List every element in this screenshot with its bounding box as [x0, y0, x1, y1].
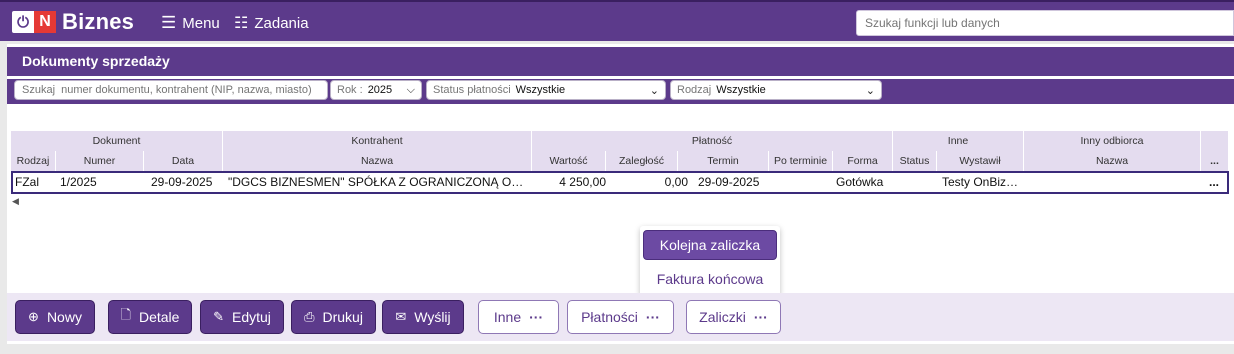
- more-icon: ···: [529, 309, 544, 325]
- other-button-label: Inne: [493, 309, 522, 325]
- cell-forma: Gotówka: [836, 175, 884, 189]
- new-button[interactable]: ⊕ Nowy: [15, 300, 95, 334]
- print-button-label: Drukuj: [322, 309, 363, 325]
- cell-wystawil: Testy OnBiznes: [942, 175, 1022, 189]
- menu-button[interactable]: ☰ Menu: [161, 13, 220, 33]
- tasks-label: Zadania: [254, 14, 309, 32]
- table-column-header: Rodzaj Numer Data Nazwa Wartość Zaległoś…: [11, 151, 1229, 171]
- year-label: Rok :: [337, 84, 363, 96]
- col-numer[interactable]: Numer: [56, 151, 144, 171]
- document-type-label: Rodzaj: [677, 84, 712, 96]
- cell-data: 29-09-2025: [151, 175, 213, 189]
- global-search-input[interactable]: [856, 10, 1234, 36]
- group-empty: [1201, 131, 1229, 151]
- year-select[interactable]: Rok : 2025 ⌵: [330, 80, 422, 100]
- printer-icon: ⎙: [304, 309, 315, 324]
- col-wystawil[interactable]: Wystawił: [937, 151, 1024, 171]
- payments-button[interactable]: Płatności ···: [567, 300, 674, 334]
- col-wartosc[interactable]: Wartość: [532, 151, 606, 171]
- tasks-button[interactable]: ☷ Zadania: [234, 13, 309, 33]
- document-icon: 🗋: [120, 307, 131, 322]
- edit-button[interactable]: ✎ Edytuj: [200, 300, 284, 334]
- col-data[interactable]: Data: [144, 151, 223, 171]
- advances-button-label: Zaliczki: [699, 309, 746, 325]
- more-icon: ···: [645, 309, 660, 325]
- mail-icon: ✉: [395, 309, 407, 324]
- top-bar: ⏻ N Biznes ☰ Menu ☷ Zadania: [0, 0, 1234, 41]
- chevron-down-icon: ⌵: [406, 83, 415, 96]
- payment-status-select[interactable]: Status płatności Wszystkie ⌄: [426, 80, 666, 100]
- final-invoice-menu-item[interactable]: Faktura końcowa: [643, 266, 777, 292]
- cell-po-terminie: [771, 173, 831, 192]
- details-button-label: Detale: [138, 309, 180, 325]
- column-options-button[interactable]: ...: [1201, 151, 1229, 171]
- logo-text: Biznes: [62, 9, 135, 34]
- task-list-icon: ☷: [234, 15, 249, 32]
- logo-n: N: [34, 11, 56, 33]
- print-button[interactable]: ⎙ Drukuj: [291, 300, 376, 334]
- edit-icon: ✎: [213, 309, 224, 324]
- col-nazwa[interactable]: Nazwa: [223, 151, 532, 171]
- chevron-down-icon: ⌄: [649, 84, 659, 97]
- group-kontrahent: Kontrahent: [223, 131, 532, 151]
- col-inny-nazwa[interactable]: Nazwa: [1024, 151, 1201, 171]
- other-button[interactable]: Inne ···: [478, 300, 559, 334]
- next-advance-menu-item[interactable]: Kolejna zaliczka: [643, 230, 777, 260]
- document-search-input[interactable]: [14, 80, 328, 100]
- cell-numer: 1/2025: [60, 175, 97, 189]
- col-po-terminie[interactable]: Po terminie: [769, 151, 833, 171]
- filter-bar: Rok : 2025 ⌵ Status płatności Wszystkie …: [7, 79, 1234, 104]
- cell-inny-nazwa: [1029, 173, 1199, 192]
- hamburger-icon: ☰: [161, 13, 177, 32]
- more-icon: ···: [753, 309, 768, 325]
- send-button-label: Wyślij: [414, 309, 451, 325]
- new-button-label: Nowy: [46, 309, 82, 325]
- cell-status: [895, 173, 935, 192]
- row-options-button[interactable]: ...: [1209, 173, 1225, 192]
- edit-button-label: Edytuj: [231, 309, 271, 325]
- cell-zaleglosc: 0,00: [664, 175, 688, 189]
- page-title: Dokumenty sprzedaży: [7, 47, 1234, 76]
- app-logo[interactable]: ⏻ N Biznes: [12, 9, 135, 34]
- advances-button[interactable]: Zaliczki ···: [686, 300, 781, 334]
- scroll-left-icon[interactable]: ◀: [12, 196, 19, 207]
- document-type-value: Wszystkie: [716, 84, 766, 96]
- group-platnosc: Płatność: [532, 131, 893, 151]
- cell-rodzaj: FZal: [15, 175, 39, 189]
- send-button[interactable]: ✉ Wyślij: [382, 300, 464, 334]
- year-value: 2025: [367, 84, 393, 96]
- group-inne: Inne: [893, 131, 1024, 151]
- col-rodzaj[interactable]: Rodzaj: [11, 151, 56, 171]
- payment-status-label: Status płatności: [433, 84, 511, 96]
- plus-circle-icon: ⊕: [28, 309, 39, 324]
- payment-status-value: Wszystkie: [515, 84, 566, 96]
- col-status[interactable]: Status: [893, 151, 937, 171]
- document-type-select[interactable]: Rodzaj Wszystkie ⌄: [670, 80, 882, 100]
- cell-wartosc: 4 250,00: [559, 175, 606, 189]
- group-dokument: Dokument: [11, 131, 223, 151]
- action-bar: ⊕ Nowy 🗋 Detale ✎ Edytuj ⎙ Drukuj ✉ Wyśl…: [7, 293, 1234, 341]
- col-forma[interactable]: Forma: [833, 151, 893, 171]
- power-icon: ⏻: [12, 11, 34, 33]
- payments-button-label: Płatności: [581, 309, 638, 325]
- menu-label: Menu: [182, 14, 220, 32]
- col-termin[interactable]: Termin: [678, 151, 769, 171]
- cell-nazwa: "DGCS BIZNESMEN" SPÓŁKA Z OGRANICZONĄ OD…: [228, 175, 528, 189]
- advances-popup-menu: Kolejna zaliczka Faktura końcowa: [640, 226, 780, 296]
- group-inny-odbiorca: Inny odbiorca: [1024, 131, 1201, 151]
- chevron-down-icon: ⌄: [865, 84, 875, 97]
- details-button[interactable]: 🗋 Detale: [108, 300, 192, 334]
- col-zaleglosc[interactable]: Zaległość: [606, 151, 678, 171]
- table-group-header: Dokument Kontrahent Płatność Inne Inny o…: [11, 131, 1229, 151]
- cell-termin: 29-09-2025: [698, 175, 760, 189]
- table-row[interactable]: FZal 1/2025 29-09-2025 "DGCS BIZNESMEN" …: [11, 171, 1229, 194]
